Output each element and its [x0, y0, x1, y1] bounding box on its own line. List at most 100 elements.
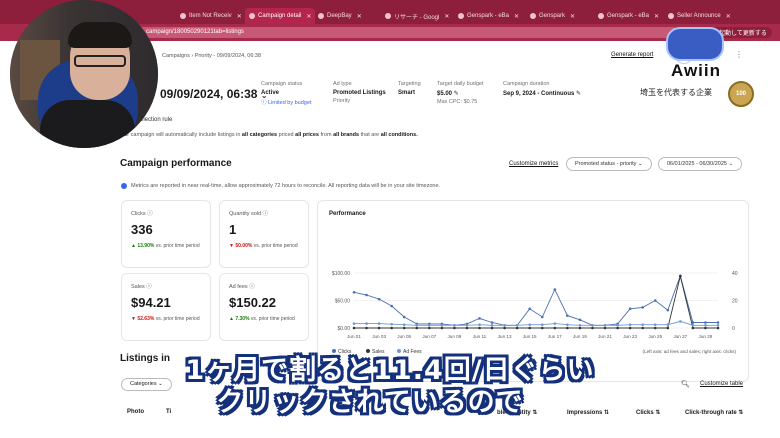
data-point-clicks [352, 290, 356, 294]
rule-part: all categories [241, 132, 278, 138]
tab-favicon-icon [385, 13, 391, 19]
data-point-ad-fees [603, 323, 607, 327]
data-point-ad-fees [402, 323, 406, 326]
x-tick-label: Jun 21 [598, 334, 612, 339]
edit-pencil-icon[interactable]: ✎ [454, 91, 459, 97]
info-icon[interactable]: ⓘ [147, 211, 153, 217]
browser-tab-active[interactable]: Campaign detail ✕ [245, 8, 316, 24]
x-tick-label: Jun 13 [498, 334, 512, 339]
data-point-ad-fees [503, 323, 506, 327]
rule-part: that are [359, 132, 381, 138]
customize-metrics-link[interactable]: Customize metrics [509, 161, 558, 167]
close-icon[interactable]: ✕ [570, 13, 575, 20]
metric-card-ad-fees[interactable]: Ad fees ⓘ $150.22 ▲ 7.30% vs. prior time… [219, 273, 309, 341]
card-change: 52.63% [137, 316, 155, 322]
x-tick-label: Jun 09 [448, 334, 462, 339]
logo-subtitle: 埼玉を代表する企業 [640, 88, 712, 97]
tab-favicon-icon [458, 13, 464, 19]
info-icon: ⓘ [261, 100, 269, 106]
rule-part: from [319, 132, 334, 138]
tab-label: Campaign detail [258, 13, 302, 19]
note-text: Metrics are reported in near real-time, … [131, 183, 441, 189]
limited-by-budget-link[interactable]: ⓘ Limited by budget [261, 98, 311, 106]
info-icon[interactable]: ⓘ [249, 284, 255, 290]
data-point-ad-fees [641, 323, 644, 326]
data-point-sales [704, 326, 707, 330]
x-tick-label: Jun 01 [347, 334, 361, 339]
tab-favicon-icon [249, 13, 255, 19]
data-point-sales [603, 326, 607, 330]
data-point-clicks [628, 307, 632, 311]
data-point-ad-fees [540, 323, 544, 326]
card-suffix: vs. prior time period [155, 243, 200, 249]
browser-tab[interactable]: Genspark - eBa ✕ [458, 8, 519, 24]
duration-value: Sep 9, 2024 - Continuous [503, 91, 575, 97]
metric-card-sales[interactable]: Sales ⓘ $94.21 ▼ 52.63% vs. prior time p… [121, 273, 211, 341]
browser-tab[interactable]: Genspark - eBa ✕ [598, 8, 659, 24]
data-point-ad-fees [616, 323, 619, 327]
close-icon[interactable]: ✕ [237, 13, 242, 20]
data-point-ad-fees [365, 322, 368, 325]
data-point-ad-fees [377, 322, 381, 325]
data-point-sales [540, 326, 544, 330]
info-icon[interactable]: ⓘ [263, 211, 269, 217]
date-range-dropdown[interactable]: 06/01/2025 - 06/30/2025 ⌄ [658, 157, 743, 171]
breadcrumb[interactable]: Campaigns › Priority - 09/09/2024, 06:38 [162, 53, 261, 59]
ad-type: Ad type Promoted Listings Priority [333, 81, 386, 104]
close-icon[interactable]: ✕ [726, 13, 731, 20]
info-icon[interactable]: ⓘ [146, 284, 152, 290]
browser-tab[interactable]: Item Not Receiv ✕ [180, 8, 242, 24]
browser-tab[interactable]: リサーチ - Googl ✕ [385, 8, 449, 24]
close-icon[interactable]: ✕ [444, 13, 449, 20]
data-point-sales [616, 326, 619, 330]
promoted-status-dropdown[interactable]: Promoted status - priority ⌄ [566, 157, 652, 171]
data-point-clicks [402, 315, 406, 319]
data-point-ad-fees [390, 322, 393, 326]
data-point-clicks [666, 308, 670, 312]
browser-tab[interactable]: Seller Announce ✕ [668, 8, 731, 24]
daily-budget: Target daily budget $5.00 ✎ Max CPC: $0.… [437, 81, 483, 105]
browser-tab[interactable]: DeepBay ✕ [318, 8, 362, 24]
tab-label: Item Not Receiv [189, 13, 232, 19]
data-point-ad-fees [628, 323, 632, 326]
data-point-sales [402, 326, 406, 330]
data-point-clicks [490, 321, 494, 324]
edit-pencil-icon[interactable]: ✎ [576, 91, 581, 97]
x-tick-label: Jun 27 [673, 334, 687, 339]
data-point-clicks [528, 307, 532, 311]
card-label: Clicks [131, 211, 146, 217]
data-point-clicks [566, 314, 569, 317]
data-point-ad-fees [566, 323, 569, 326]
data-point-sales [390, 326, 393, 330]
metric-card-quantity[interactable]: Quantity sold ⓘ 1 ▼ 50.00% vs. prior tim… [219, 200, 309, 268]
y-right-tick-label: 20 [732, 299, 738, 305]
data-point-sales [591, 326, 594, 330]
close-icon[interactable]: ✕ [514, 13, 519, 20]
tab-label: Seller Announce [677, 13, 721, 19]
data-point-ad-fees [591, 323, 594, 327]
data-point-sales [666, 326, 670, 330]
cloud-logo-icon [666, 27, 724, 61]
y-left-tick-label: $0.00 [337, 326, 350, 332]
data-point-ad-fees [478, 323, 481, 326]
data-point-ad-fees [653, 323, 657, 326]
close-icon[interactable]: ✕ [357, 13, 362, 20]
data-point-sales [641, 326, 644, 330]
close-icon[interactable]: ✕ [306, 13, 311, 20]
close-icon[interactable]: ✕ [654, 13, 659, 20]
data-point-sales [515, 326, 519, 330]
url-field[interactable]: campaign/180050290121tab=listings [118, 27, 678, 38]
browser-tab[interactable]: Genspark ✕ [530, 8, 575, 24]
data-point-sales [453, 326, 456, 330]
x-tick-label: Jun 29 [699, 334, 713, 339]
data-point-sales [465, 326, 469, 330]
dropdown-value: 06/01/2025 - 06/30/2025 [667, 161, 727, 167]
presenter-body [40, 100, 135, 148]
data-point-clicks [716, 321, 720, 324]
tab-favicon-icon [530, 13, 536, 19]
data-point-sales [428, 326, 431, 330]
metric-card-clicks[interactable]: Clicks ⓘ 336 ▲ 13.90% vs. prior time per… [121, 200, 211, 268]
card-suffix: vs. prior time period [250, 316, 295, 322]
card-suffix: vs. prior time period [253, 243, 298, 249]
data-point-sales [415, 326, 419, 330]
